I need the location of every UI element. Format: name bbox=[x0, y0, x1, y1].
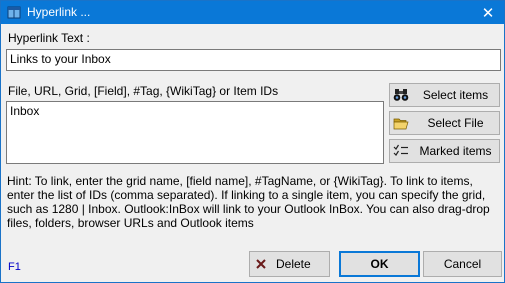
target-textarea[interactable]: Inbox bbox=[6, 101, 384, 164]
close-icon: ✕ bbox=[481, 4, 495, 22]
delete-label: Delete bbox=[276, 257, 311, 271]
marked-items-button[interactable]: Marked items bbox=[389, 139, 500, 163]
delete-button[interactable]: Delete bbox=[249, 251, 330, 277]
checklist-icon bbox=[390, 144, 412, 158]
hint-text: Hint: To link, enter the grid name, [fie… bbox=[7, 174, 490, 230]
hyperlink-text-value: Links to your Inbox bbox=[10, 52, 111, 66]
select-file-label: Select File bbox=[427, 116, 484, 130]
folder-open-icon bbox=[390, 117, 412, 130]
marked-items-label: Marked items bbox=[419, 144, 492, 158]
select-file-button[interactable]: Select File bbox=[389, 111, 500, 135]
select-items-label: Select items bbox=[422, 88, 489, 102]
hyperlink-text-label: Hyperlink Text : bbox=[8, 31, 90, 45]
window-title: Hyperlink ... bbox=[27, 5, 91, 19]
help-key-link[interactable]: F1 bbox=[8, 261, 21, 273]
cancel-button[interactable]: Cancel bbox=[423, 251, 502, 277]
red-x-icon bbox=[250, 258, 272, 270]
close-button[interactable]: ✕ bbox=[472, 1, 504, 24]
title-bar[interactable]: Hyperlink ... ✕ bbox=[1, 1, 504, 24]
select-items-button[interactable]: Select items bbox=[389, 83, 500, 107]
target-value: Inbox bbox=[10, 104, 40, 118]
app-window-icon bbox=[7, 5, 21, 19]
binoculars-icon bbox=[390, 88, 412, 102]
ok-label: OK bbox=[370, 257, 389, 271]
ok-button[interactable]: OK bbox=[339, 251, 420, 277]
cancel-label: Cancel bbox=[443, 257, 482, 271]
hyperlink-dialog: Hyperlink ... ✕ Hyperlink Text : Links t… bbox=[0, 0, 505, 283]
target-label: File, URL, Grid, [Field], #Tag, {WikiTag… bbox=[8, 84, 279, 98]
hyperlink-text-input[interactable]: Links to your Inbox bbox=[6, 49, 501, 71]
